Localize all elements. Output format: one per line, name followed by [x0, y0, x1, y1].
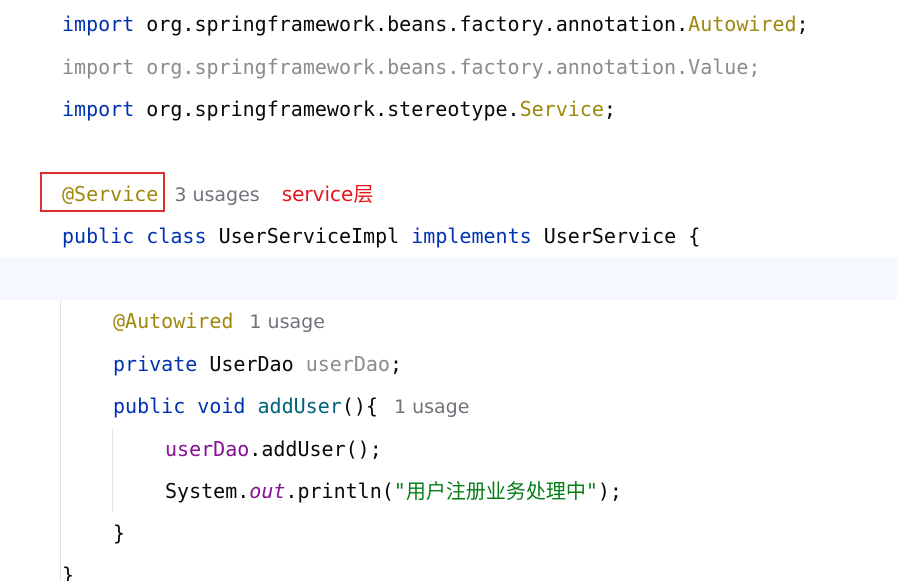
class-name[interactable]: UserServiceImpl	[219, 224, 400, 248]
autowired-annotation[interactable]: @Autowired	[113, 309, 233, 333]
code-line-field-declaration[interactable]: private UserDao userDao;	[0, 343, 897, 385]
keyword-import: import	[62, 55, 135, 79]
field-name[interactable]: userDao	[306, 352, 390, 376]
keyword-implements: implements	[411, 224, 532, 248]
semicolon: ;	[796, 12, 809, 36]
code-line-method-declaration[interactable]: public void addUser(){ 1 usage	[0, 385, 897, 427]
code-line-import-autowired[interactable]: import org.springframework.beans.factory…	[0, 3, 897, 45]
open-brace: {	[688, 224, 701, 248]
service-usages-hint[interactable]: 3 usages	[174, 184, 259, 206]
println-call[interactable]: .println(	[285, 479, 393, 503]
method-close-brace: }	[113, 521, 126, 545]
semicolon: ;	[603, 97, 616, 121]
string-literal: "用户注册业务处理中"	[393, 479, 598, 503]
method-signature: (){	[341, 394, 378, 418]
keyword-void: void	[197, 394, 246, 418]
autowired-usages-hint[interactable]: 1 usage	[249, 311, 324, 333]
keyword-import: import	[62, 12, 135, 36]
import-class-service[interactable]: Service	[520, 97, 604, 121]
semicolon: ;	[748, 55, 761, 79]
code-line-autowired-annotation[interactable]: @Autowired 1 usage	[0, 300, 897, 342]
import-package: org.springframework.stereotype.	[146, 97, 520, 121]
import-package: org.springframework.beans.factory.annota…	[146, 55, 689, 79]
import-class-value[interactable]: Value	[688, 55, 748, 79]
import-class-autowired[interactable]: Autowired	[688, 12, 796, 36]
keyword-private: private	[113, 352, 198, 376]
system-class[interactable]: System.	[165, 479, 249, 503]
code-line-import-value-unused[interactable]: import org.springframework.beans.factory…	[0, 46, 897, 88]
code-line-current-empty[interactable]	[0, 258, 897, 300]
close-paren-semicolon: );	[597, 479, 622, 503]
import-package: org.springframework.beans.factory.annota…	[146, 12, 689, 36]
code-line-println[interactable]: System.out.println("用户注册业务处理中");	[0, 470, 897, 512]
interface-name[interactable]: UserService	[544, 224, 676, 248]
keyword-class: class	[146, 224, 207, 248]
static-field-out[interactable]: out	[249, 479, 285, 503]
service-annotation-highlight-box	[40, 172, 165, 212]
field-type[interactable]: UserDao	[209, 352, 293, 376]
code-line-class-declaration[interactable]: public class UserServiceImpl implements …	[0, 215, 897, 257]
semicolon: ;	[389, 352, 403, 376]
keyword-public: public	[113, 394, 186, 418]
code-line-method-close[interactable]: }	[0, 512, 897, 554]
method-name[interactable]: addUser	[258, 394, 342, 418]
service-layer-note: service层	[281, 182, 374, 206]
code-line-call-adduser[interactable]: userDao.addUser();	[0, 428, 897, 470]
keyword-import: import	[62, 97, 135, 121]
method-usages-hint[interactable]: 1 usage	[394, 396, 469, 418]
method-call[interactable]: .addUser();	[249, 437, 381, 461]
code-line-class-close[interactable]: }	[0, 554, 897, 581]
code-line-import-service[interactable]: import org.springframework.stereotype.Se…	[0, 88, 897, 130]
code-editor[interactable]: import org.springframework.beans.factory…	[0, 0, 897, 581]
class-close-brace: }	[62, 563, 75, 581]
field-reference-userdao[interactable]: userDao	[165, 437, 249, 461]
keyword-public: public	[62, 224, 135, 248]
